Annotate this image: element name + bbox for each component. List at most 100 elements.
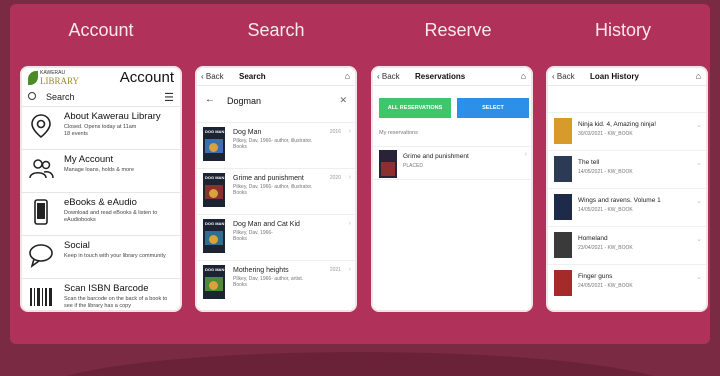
chevron-right-icon: › [348, 174, 351, 181]
chevron-right-icon: › [524, 151, 527, 158]
loan-item[interactable]: Homeland 23/04/2021 - KW_BOOK ⌄ [548, 226, 706, 263]
account-header: KAWERAU LIBRARY Account [22, 68, 180, 88]
loan-item[interactable]: Wings and ravens. Volume 1 14/05/2021 - … [548, 188, 706, 225]
home-icon[interactable]: ⌂ [521, 71, 526, 81]
heading-history: History [594, 20, 651, 40]
search-label: Search [46, 92, 75, 102]
chevron-down-icon[interactable]: ⌄ [696, 197, 702, 205]
account-item-title: Social [64, 240, 90, 251]
chevron-right-icon: › [348, 266, 351, 273]
page-title: Account [119, 69, 174, 86]
book-cover: DOG MAN [203, 127, 225, 161]
account-item-scan[interactable]: Scan ISBN Barcode Scan the barcode on th… [22, 278, 180, 310]
account-item-title: Scan ISBN Barcode [64, 283, 149, 294]
cover-text: DOG MAN [205, 267, 225, 272]
account-item-about[interactable]: About Kawerau Library Closed. Opens toda… [22, 106, 180, 149]
section-label: My reservations [379, 130, 418, 136]
search-query-field[interactable]: ← Dogman ✕ [197, 94, 355, 110]
chevron-down-icon[interactable]: ⌄ [696, 121, 702, 129]
back-button[interactable]: ‹ Back [552, 72, 575, 81]
barcode-icon [30, 288, 52, 306]
back-label: Back [556, 72, 575, 81]
arrow-left-icon[interactable]: ← [205, 94, 215, 105]
bottom-curve [40, 352, 680, 376]
result-meta: Pilkey, Dav, 1966- author, illustrator. … [233, 138, 313, 150]
cover-text: DOG MAN [205, 175, 225, 180]
account-item-ebooks[interactable]: eBooks & eAudio Download and read eBooks… [22, 192, 180, 235]
account-item-title: eBooks & eAudio [64, 197, 137, 208]
loan-item[interactable]: Finger guns 24/05/2021 - KW_BOOK ⌄ [548, 264, 706, 301]
search-result[interactable]: DOG MAN Dog Man and Cat Kid Pilkey, Dav,… [197, 214, 355, 258]
chevron-down-icon[interactable]: ⌄ [696, 235, 702, 243]
search-result[interactable]: DOG MAN Grime and punishment Pilkey, Dav… [197, 168, 355, 212]
loan-title: Finger guns [578, 273, 613, 280]
account-item-my-account[interactable]: My Account Manage loans, holds & more [22, 149, 180, 192]
users-icon [29, 159, 54, 179]
account-item-desc: Scan the barcode on the back of a book t… [64, 296, 168, 309]
loan-title: Wings and ravens. Volume 1 [578, 197, 661, 204]
nav-title: Loan History [590, 72, 639, 81]
book-cover [554, 232, 572, 258]
result-meta: Pilkey, Dav, 1966- author, illustrator. … [233, 184, 313, 196]
home-icon[interactable]: ⌂ [345, 71, 350, 81]
search-result[interactable]: DOG MAN Dog Man Pilkey, Dav, 1966- autho… [197, 122, 355, 166]
loan-title: Homeland [578, 235, 608, 242]
book-cover: DOG MAN [203, 173, 225, 207]
clear-icon[interactable]: ✕ [339, 95, 347, 106]
cover-text: DOG MAN [205, 129, 225, 134]
book-cover [554, 118, 572, 144]
reserve-screen: ‹ Back Reservations ⌂ ALL RESERVATIONS S… [371, 66, 533, 312]
phone-device-icon [34, 199, 48, 225]
heading-account: Account [68, 20, 134, 40]
cover-text: DOG MAN [205, 221, 225, 226]
logo-big-text: LIBRARY [40, 76, 80, 86]
nav-title: Search [239, 72, 266, 81]
loan-title: Ninja kid. 4, Amazing ninja! [578, 121, 657, 128]
location-pin-icon [31, 114, 51, 139]
account-item-desc: Closed. Opens today at 11am 18 events [64, 124, 137, 137]
loan-item[interactable]: Ninja kid. 4, Amazing ninja! 30/03/2021 … [548, 112, 706, 149]
account-item-desc: Keep in touch with your library communit… [64, 253, 166, 259]
back-button[interactable]: ‹ Back [201, 72, 224, 81]
account-item-social[interactable]: Social Keep in touch with your library c… [22, 235, 180, 278]
select-button[interactable]: SELECT [457, 98, 529, 118]
loan-meta: 14/05/2021 - KW_BOOK [578, 169, 633, 175]
result-meta: Pilkey, Dav, 1966- Books [233, 230, 273, 242]
nav-title: Reservations [415, 72, 466, 81]
heading-reserve: Reserve [424, 20, 492, 40]
history-navbar: ‹ Back Loan History ⌂ [548, 68, 706, 86]
book-cover [379, 150, 397, 178]
account-item-desc: Manage loans, holds & more [64, 167, 135, 173]
search-bar[interactable]: Search ☰ [26, 90, 176, 104]
result-title: Dog Man and Cat Kid [233, 221, 300, 228]
loan-title: The tell [578, 159, 600, 166]
back-label: Back [205, 72, 224, 81]
chevron-down-icon[interactable]: ⌄ [696, 159, 702, 167]
result-year: 2016 [329, 129, 341, 135]
chevron-right-icon: › [348, 220, 351, 227]
result-year: 2021 [329, 267, 341, 273]
chevron-right-icon: › [348, 128, 351, 135]
book-cover [554, 270, 572, 296]
hamburger-menu-icon[interactable]: ☰ [164, 91, 174, 104]
back-button[interactable]: ‹ Back [377, 72, 400, 81]
search-result[interactable]: DOG MAN Mothering heights Pilkey, Dav, 1… [197, 260, 355, 304]
all-reservations-button[interactable]: ALL RESERVATIONS [379, 98, 451, 118]
book-cover [554, 194, 572, 220]
heading-search: Search [247, 20, 305, 40]
loan-meta: 24/05/2021 - KW_BOOK [578, 283, 633, 289]
reservation-item[interactable]: Grime and punishment PLACED › [373, 146, 531, 180]
chevron-down-icon[interactable]: ⌄ [696, 273, 702, 281]
leaf-logo-icon [28, 71, 38, 85]
loan-meta: 23/04/2021 - KW_BOOK [578, 245, 633, 251]
account-item-title: My Account [64, 154, 114, 165]
loan-meta: 30/03/2021 - KW_BOOK [578, 131, 633, 137]
loan-item[interactable]: The tell 14/05/2021 - KW_BOOK ⌄ [548, 150, 706, 187]
book-cover: DOG MAN [203, 219, 225, 253]
result-title: Mothering heights [233, 267, 289, 274]
chat-bubble-icon [29, 244, 53, 268]
book-cover: DOG MAN [203, 265, 225, 299]
search-screen: ‹ Back Search ⌂ ← Dogman ✕ DOG MAN Dog M… [195, 66, 357, 312]
bottom-strip [0, 344, 720, 376]
home-icon[interactable]: ⌂ [696, 71, 701, 81]
